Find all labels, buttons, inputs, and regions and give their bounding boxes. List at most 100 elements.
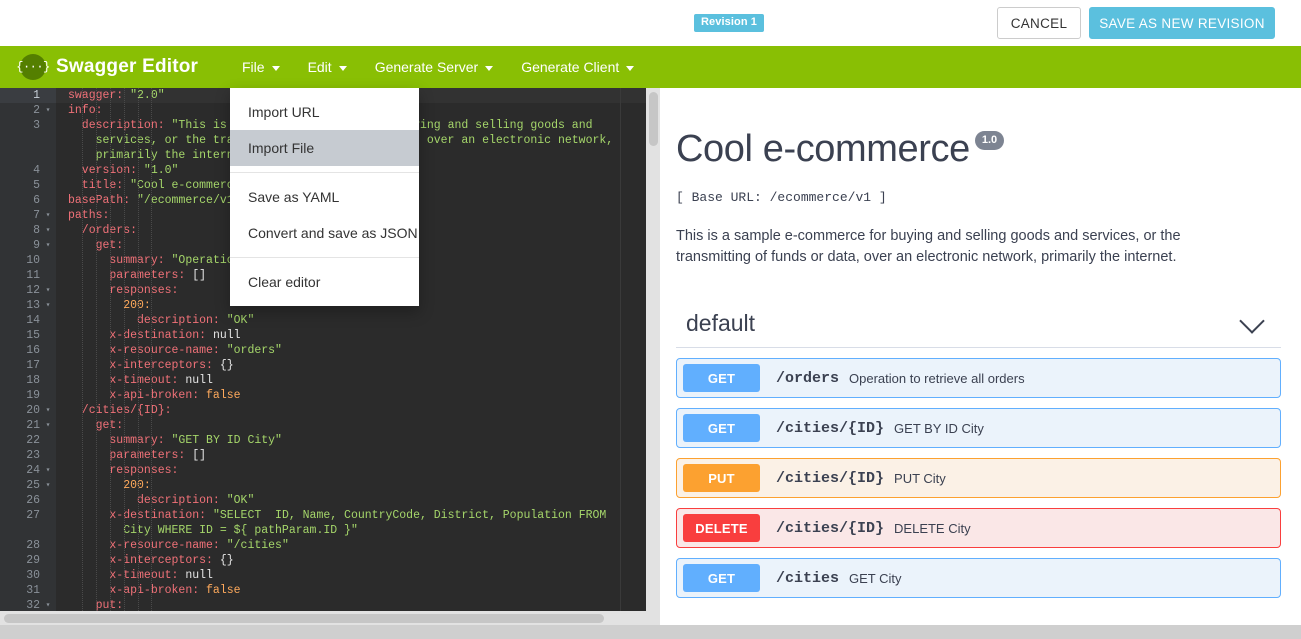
indent-guide (151, 88, 153, 611)
indent-guide (82, 88, 84, 611)
code-token: description: (68, 314, 220, 327)
fold-toggle-icon[interactable]: ▾ (43, 238, 53, 253)
code-token: x-interceptors: (68, 554, 213, 567)
code-token: x-interceptors: (68, 359, 213, 372)
code-line: x-resource-name: "/cities" (68, 538, 613, 553)
gutter-line-number (0, 523, 56, 538)
code-token: basePath: (68, 194, 130, 207)
save-as-new-revision-button[interactable]: SAVE AS NEW REVISION (1089, 7, 1275, 39)
menu-item-clear-editor[interactable]: Clear editor (230, 264, 419, 300)
operation-method-badge: DELETE (683, 514, 760, 542)
api-base-url: [ Base URL: /ecommerce/v1 ] (676, 190, 887, 205)
gutter-line-number: 26 (0, 493, 56, 508)
operation-row[interactable]: PUT/cities/{ID}PUT City (676, 458, 1281, 498)
code-token (220, 494, 227, 507)
fold-toggle-icon[interactable]: ▾ (43, 478, 53, 493)
menu-item-import-url[interactable]: Import URL (230, 94, 419, 130)
gutter-line-number: 11 (0, 268, 56, 283)
menu-item-import-file[interactable]: Import File (230, 130, 419, 166)
code-line: City WHERE ID = ${ pathParam.ID }" (68, 523, 613, 538)
menu-separator (230, 257, 419, 258)
code-line: x-resource-name: "orders" (68, 343, 613, 358)
page-horizontal-scrollbar[interactable] (0, 625, 1301, 639)
code-token: "OK" (227, 494, 255, 507)
gutter-line-number: 25▾ (0, 478, 56, 493)
menu-generate-server[interactable]: Generate Server (361, 46, 508, 88)
code-line: x-destination: "SELECT ID, Name, Country… (68, 508, 613, 523)
gutter-line-number: 17 (0, 358, 56, 373)
fold-toggle-icon[interactable]: ▾ (43, 208, 53, 223)
code-token: null (185, 569, 213, 582)
fold-toggle-icon[interactable]: ▾ (43, 283, 53, 298)
operation-row[interactable]: GET/cities/{ID}GET BY ID City (676, 408, 1281, 448)
gutter-line-number: 18 (0, 373, 56, 388)
code-token: description: (68, 494, 220, 507)
cancel-button[interactable]: CANCEL (997, 7, 1081, 39)
editor-gutter: 12▾34567▾8▾9▾101112▾13▾14151617181920▾21… (0, 88, 56, 611)
code-token: "GET BY ID City" (172, 434, 282, 447)
swagger-ui-preview: Cool e-commerce 1.0 [ Base URL: /ecommer… (660, 88, 1301, 611)
code-token (165, 254, 172, 267)
menu-generate-client[interactable]: Generate Client (507, 46, 648, 88)
operation-summary: GET BY ID City (894, 421, 984, 436)
code-line: put: (68, 598, 613, 611)
fold-toggle-icon[interactable]: ▾ (43, 403, 53, 418)
gutter-line-number: 28 (0, 538, 56, 553)
menu-item-convert-and-save-as-json[interactable]: Convert and save as JSON (230, 215, 419, 251)
menu-item-save-as-yaml[interactable]: Save as YAML (230, 179, 419, 215)
operation-method-badge: PUT (683, 464, 760, 492)
code-line: x-destination: null (68, 328, 613, 343)
code-token: /orders: (68, 224, 137, 237)
editor-vertical-scrollbar[interactable] (646, 88, 660, 611)
operation-path: /cities (776, 570, 839, 587)
code-token: "1.0" (144, 164, 179, 177)
code-line: x-api-broken: false (68, 583, 613, 598)
code-token (206, 329, 213, 342)
editor-horizontal-scrollbar[interactable] (0, 611, 660, 625)
indent-guide (138, 88, 140, 611)
operation-row[interactable]: GET/citiesGET City (676, 558, 1281, 598)
gutter-line-number: 20▾ (0, 403, 56, 418)
code-token (130, 194, 137, 207)
menu-edit[interactable]: Edit (294, 46, 361, 88)
page-title: Cool e-commerce (676, 130, 970, 168)
brand[interactable]: {···} Swagger Editor (20, 46, 198, 88)
gutter-line-number: 9▾ (0, 238, 56, 253)
gutter-line-number: 7▾ (0, 208, 56, 223)
revision-badge: Revision 1 (694, 14, 764, 32)
gutter-line-number: 8▾ (0, 223, 56, 238)
code-line: description: "OK" (68, 493, 613, 508)
code-token: "orders" (227, 344, 282, 357)
code-token: false (206, 584, 241, 597)
editor-horizontal-scrollbar-thumb[interactable] (4, 614, 604, 623)
code-token (199, 584, 206, 597)
menu-file[interactable]: File (228, 46, 294, 88)
fold-toggle-icon[interactable]: ▾ (43, 223, 53, 238)
gutter-line-number: 4 (0, 163, 56, 178)
chevron-down-icon (339, 66, 347, 71)
fold-toggle-icon[interactable]: ▾ (43, 463, 53, 478)
fold-toggle-icon[interactable]: ▾ (43, 598, 53, 611)
fold-toggle-icon[interactable]: ▾ (43, 298, 53, 313)
operation-row[interactable]: DELETE/cities/{ID}DELETE City (676, 508, 1281, 548)
gutter-line-number: 21▾ (0, 418, 56, 433)
operation-row[interactable]: GET/ordersOperation to retrieve all orde… (676, 358, 1281, 398)
fold-toggle-icon[interactable]: ▾ (43, 103, 53, 118)
code-token (206, 509, 213, 522)
gutter-line-number: 29 (0, 553, 56, 568)
code-token: parameters: (68, 269, 185, 282)
code-token: "2.0" (130, 89, 165, 102)
gutter-line-number (0, 133, 56, 148)
editor-vertical-scrollbar-thumb[interactable] (649, 92, 658, 146)
gutter-line-number: 32▾ (0, 598, 56, 611)
fold-toggle-icon[interactable]: ▾ (43, 418, 53, 433)
code-token (213, 554, 220, 567)
gutter-line-number: 2▾ (0, 103, 56, 118)
operation-summary: DELETE City (894, 521, 971, 536)
code-token: false (206, 389, 241, 402)
chevron-down-icon[interactable] (1239, 308, 1264, 333)
chevron-down-icon (272, 66, 280, 71)
code-token (220, 539, 227, 552)
tag-header[interactable]: default (676, 310, 1281, 348)
gutter-line-number: 16 (0, 343, 56, 358)
